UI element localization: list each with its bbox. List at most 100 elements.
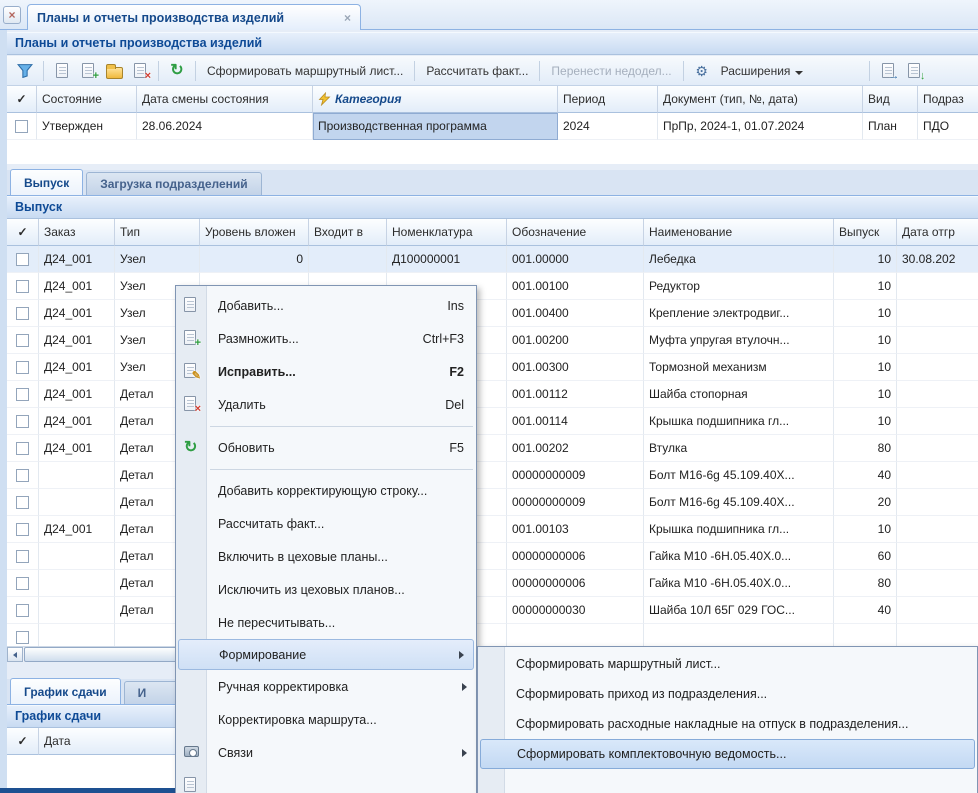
vypusk-row[interactable]: Д24_001 Узел 0 Д100000001 001.00000 Лебе…	[7, 246, 978, 273]
vypusk-row[interactable]: Детал 00000000009 Болт М16-6g 45.109.40Х…	[7, 462, 978, 489]
column-header-level[interactable]: Уровень вложен	[200, 219, 309, 246]
scroll-left-button[interactable]	[7, 647, 23, 662]
column-header-document[interactable]: Документ (тип, №, дата)	[658, 86, 863, 113]
row-checkbox[interactable]	[16, 550, 29, 563]
submenu-item-picking-list[interactable]: Сформировать комплектовочную ведомость..…	[480, 739, 975, 769]
menu-item-manual-correction[interactable]: Ручная корректировка	[176, 670, 476, 703]
row-checkbox[interactable]	[16, 577, 29, 590]
column-header-name[interactable]: Наименование	[644, 219, 834, 246]
vypusk-row[interactable]: Д24_001 Детал 001.00202 Втулка 80	[7, 435, 978, 462]
vypusk-row[interactable]: Д24_001 Узел 001.00300 Тормозной механиз…	[7, 354, 978, 381]
cell-output: 10	[834, 381, 897, 408]
column-header-parent[interactable]: Входит в	[309, 219, 387, 246]
toolbar-separator	[43, 61, 44, 81]
menu-item-route-correction[interactable]: Корректировка маршрута...	[176, 703, 476, 736]
submenu-item-route-sheet[interactable]: Сформировать маршрутный лист...	[478, 649, 977, 679]
vypusk-row[interactable]: Детал 00000000006 Гайка М10 -6Н.05.40Х.0…	[7, 543, 978, 570]
vypusk-row[interactable]: Детал 00000000006 Гайка М10 -6Н.05.40Х.0…	[7, 570, 978, 597]
cell-output: 10	[834, 273, 897, 300]
vypusk-row[interactable]: Д24_001 Узел 001.00200 Муфта упругая вту…	[7, 327, 978, 354]
column-header-category[interactable]: Категория	[313, 86, 558, 113]
menu-item-no-recalc[interactable]: Не пересчитывать...	[176, 606, 476, 639]
vypusk-row[interactable]: Д24_001 Детал 001.00112 Шайба стопорная …	[7, 381, 978, 408]
close-all-tabs-button[interactable]: ×	[3, 6, 21, 24]
row-checkbox[interactable]	[16, 631, 29, 644]
tab-plans-reports[interactable]: Планы и отчеты производства изделий ×	[27, 4, 361, 30]
submenu-item-arrival[interactable]: Сформировать приход из подразделения...	[478, 679, 977, 709]
vypusk-row[interactable]: Д24_001 Узел 001.00100 Редуктор 10	[7, 273, 978, 300]
column-header-date[interactable]: Дата	[39, 728, 180, 755]
row-checkbox[interactable]	[16, 307, 29, 320]
cell-document: ПрПр, 2024-1, 01.07.2024	[658, 113, 863, 140]
check-column-header[interactable]: ✓	[7, 728, 39, 755]
column-header-type[interactable]: Тип	[115, 219, 200, 246]
calc-fact-button[interactable]: Рассчитать факт...	[420, 61, 534, 81]
open-folder-icon	[106, 67, 123, 79]
formation-submenu: Сформировать маршрутный лист... Сформиро…	[477, 646, 978, 793]
check-column-header[interactable]: ✓	[7, 219, 39, 246]
vypusk-row[interactable]: Д24_001 Детал 001.00103 Крышка подшипник…	[7, 516, 978, 543]
column-header-state[interactable]: Состояние	[37, 86, 137, 113]
column-header-order[interactable]: Заказ	[39, 219, 115, 246]
menu-item-calc-fact[interactable]: Рассчитать факт...	[176, 507, 476, 540]
row-checkbox[interactable]	[16, 415, 29, 428]
vypusk-row[interactable]: Д24_001 Узел 001.00400 Крепление электро…	[7, 300, 978, 327]
export-icon: →	[882, 63, 894, 78]
row-checkbox[interactable]	[16, 280, 29, 293]
row-checkbox[interactable]	[16, 442, 29, 455]
menu-item-refresh[interactable]: ↻ Обновить F5	[176, 431, 476, 464]
tab-grafik-sdachi[interactable]: График сдачи	[10, 678, 121, 704]
column-header-department[interactable]: Подраз	[918, 86, 978, 113]
tab-close-icon[interactable]: ×	[344, 11, 351, 25]
row-checkbox[interactable]	[16, 334, 29, 347]
menu-item-duplicate[interactable]: + Размножить... Ctrl+F3	[176, 322, 476, 355]
menu-item-edit[interactable]: ✎ Исправить... F2	[176, 355, 476, 388]
menu-item-include-shop-plans[interactable]: Включить в цеховые планы...	[176, 540, 476, 573]
menu-item-add-correction-row[interactable]: Добавить корректирующую строку...	[176, 474, 476, 507]
menu-item-delete[interactable]: × Удалить Del	[176, 388, 476, 421]
open-record-button[interactable]	[101, 59, 127, 83]
row-checkbox[interactable]	[16, 388, 29, 401]
row-checkbox[interactable]	[15, 120, 28, 133]
menu-item-partial[interactable]	[176, 769, 476, 793]
section-tabstrip: Выпуск Загрузка подразделений	[7, 170, 978, 196]
route-sheet-button[interactable]: Сформировать маршрутный лист...	[201, 61, 409, 81]
row-checkbox[interactable]	[16, 469, 29, 482]
column-header-designation[interactable]: Обозначение	[507, 219, 644, 246]
tab-vypusk[interactable]: Выпуск	[10, 169, 83, 195]
duplicate-record-button[interactable]: +	[75, 59, 101, 83]
submenu-item-partial[interactable]	[478, 769, 977, 793]
column-header-period[interactable]: Период	[558, 86, 658, 113]
vypusk-row-partial[interactable]	[7, 624, 978, 646]
filter-button[interactable]	[12, 59, 38, 83]
import-button[interactable]: ↓	[901, 59, 927, 83]
column-header-state-date[interactable]: Дата смены состояния	[137, 86, 313, 113]
row-checkbox[interactable]	[16, 253, 29, 266]
plans-row[interactable]: Утвержден 28.06.2024 Производственная пр…	[7, 113, 978, 140]
refresh-button[interactable]: ↻	[164, 59, 190, 83]
vypusk-row[interactable]: Детал 00000000030 Шайба 10Л 65Г 029 ГОС.…	[7, 597, 978, 624]
menu-item-exclude-shop-plans[interactable]: Исключить из цеховых планов...	[176, 573, 476, 606]
column-header-nomenclature[interactable]: Номенклатура	[387, 219, 507, 246]
export-button[interactable]: →	[875, 59, 901, 83]
menu-item-formation[interactable]: Формирование	[178, 639, 474, 670]
row-checkbox[interactable]	[16, 604, 29, 617]
extensions-button[interactable]: Расширения	[715, 61, 810, 81]
vypusk-row[interactable]: Д24_001 Детал 001.00114 Крышка подшипник…	[7, 408, 978, 435]
vypusk-row[interactable]: Детал 00000000009 Болт М16-6g 45.109.40Х…	[7, 489, 978, 516]
column-header-ship-date[interactable]: Дата отгр	[897, 219, 978, 246]
row-checkbox[interactable]	[16, 496, 29, 509]
column-header-output[interactable]: Выпуск	[834, 219, 897, 246]
submenu-item-expense-invoices[interactable]: Сформировать расходные накладные на отпу…	[478, 709, 977, 739]
menu-item-add[interactable]: Добавить... Ins	[176, 289, 476, 322]
check-column-header[interactable]: ✓	[7, 86, 37, 113]
row-checkbox[interactable]	[16, 361, 29, 374]
column-header-kind[interactable]: Вид	[863, 86, 918, 113]
add-record-button[interactable]	[49, 59, 75, 83]
tab-load-departments[interactable]: Загрузка подразделений	[86, 172, 261, 195]
move-backlog-button: Перенести недодел...	[545, 61, 677, 81]
row-checkbox[interactable]	[16, 523, 29, 536]
delete-record-button[interactable]: ×	[127, 59, 153, 83]
cell-order: Д24_001	[39, 408, 115, 435]
menu-item-links[interactable]: Связи	[176, 736, 476, 769]
